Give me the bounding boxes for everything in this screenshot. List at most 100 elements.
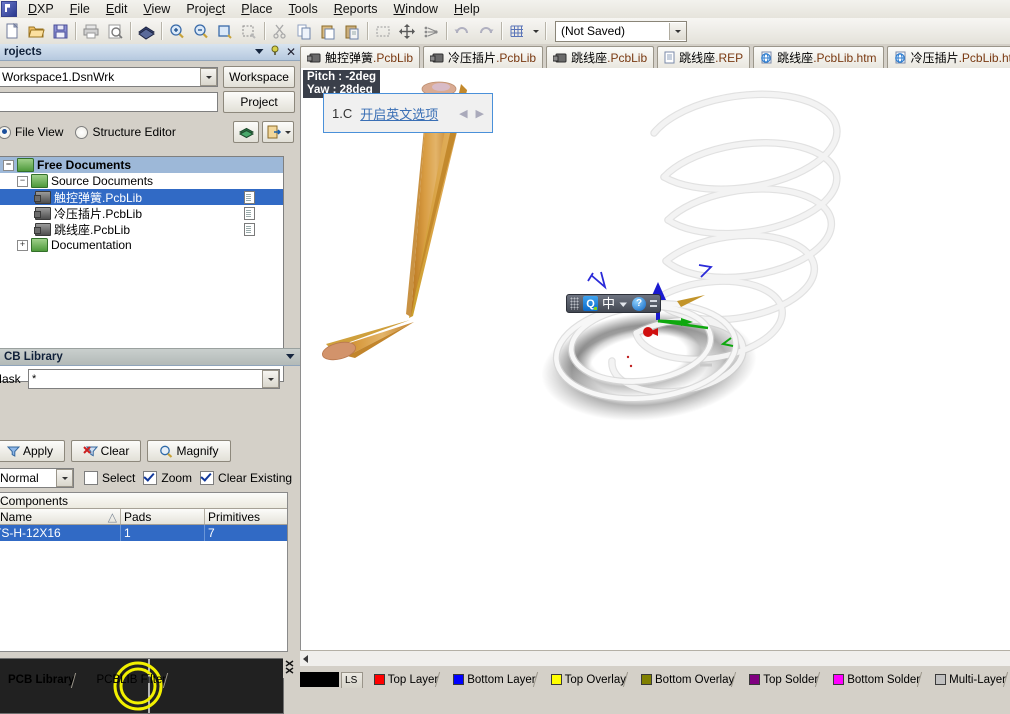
column-header-primitives[interactable]: Primitives [205, 509, 287, 524]
grid-dropdown-arrow[interactable] [530, 20, 541, 42]
layer-tab-bottom-layer[interactable]: Bottom Layer [450, 672, 545, 687]
layer-tab-ls[interactable]: LS [340, 672, 363, 688]
table-row[interactable]: TS-H-12X16 1 7 [0, 525, 287, 541]
tab-pcb-library[interactable]: PCB Library [0, 672, 85, 688]
clear-existing-checkbox[interactable] [200, 471, 215, 485]
tab-pcblib-filter[interactable]: PCBLIB Filter [88, 672, 177, 688]
move-icon[interactable] [396, 20, 418, 42]
tree-row-source-documents[interactable]: − Source Documents [0, 173, 283, 189]
layer-tab-bottom-solder[interactable]: Bottom Solder [830, 672, 930, 687]
help-icon[interactable]: ? [632, 296, 647, 311]
board-view-button[interactable] [233, 121, 259, 143]
prev-page-icon[interactable]: ◀ [459, 107, 467, 120]
undo-icon[interactable] [451, 20, 473, 42]
zoom-fit-icon[interactable] [214, 20, 236, 42]
open-folder-icon[interactable] [25, 20, 47, 42]
document-tab[interactable]: 跳线座 .PcbLib.htm [753, 46, 884, 68]
cut-icon[interactable] [269, 20, 291, 42]
layer-tab-top-overlay[interactable]: Top Overlay [548, 672, 636, 687]
layer-tab-multi-layer[interactable]: Multi-Layer [932, 672, 1010, 687]
horizontal-scrollbar[interactable] [300, 650, 1010, 666]
print-icon[interactable] [80, 20, 102, 42]
project-combo[interactable] [0, 92, 218, 112]
menu-item-dxp[interactable]: DXP [20, 1, 62, 18]
tree-row-file[interactable]: 冷压插片.PcbLib [0, 205, 283, 221]
menu-item-edit[interactable]: Edit [98, 1, 136, 18]
tree-row-free-documents[interactable]: − Free Documents [0, 157, 283, 173]
tree-toggle-icon[interactable]: + [17, 239, 28, 251]
mask-input[interactable]: * [28, 369, 280, 389]
menu-item-window[interactable]: Window [385, 1, 445, 18]
snap-grid-combo[interactable]: (Not Saved) [555, 20, 687, 42]
tree-toggle-icon[interactable]: − [3, 159, 14, 171]
layer-tab-color-strip[interactable] [300, 672, 339, 687]
scroll-left-icon[interactable] [303, 655, 308, 663]
pcb-3d-editor-canvas[interactable]: Pitch : -2deg Yaw : 28deg 1.C 开启英文选项 ◀ ▶… [300, 68, 1010, 664]
paste-special-icon[interactable] [341, 20, 363, 42]
structure-editor-radio[interactable] [75, 125, 89, 139]
chevron-down-icon[interactable] [619, 297, 628, 311]
chevron-down-icon[interactable] [254, 46, 265, 58]
document-tab[interactable]: 冷压插片.PcbLib.htm [886, 46, 1010, 68]
tree-row-file[interactable]: 跳线座.PcbLib [0, 221, 283, 237]
chevron-down-icon[interactable] [284, 130, 291, 134]
ime-english-option-link[interactable]: 开启英文选项 [360, 104, 438, 123]
grid-icon[interactable] [506, 20, 528, 42]
layer-tab-top-solder[interactable]: Top Solder [746, 672, 828, 687]
zoom-in-icon[interactable] [166, 20, 188, 42]
new-document-icon[interactable] [1, 20, 23, 42]
menu-item-reports[interactable]: Reports [326, 1, 386, 18]
clear-button[interactable]: Clear [71, 440, 141, 462]
next-page-icon[interactable]: ▶ [476, 107, 484, 120]
document-tab[interactable]: 跳线座 .PcbLib [546, 46, 655, 68]
workspace-combo[interactable]: Workspace1.DsnWrk [0, 67, 218, 87]
ime-toolbar[interactable]: Q 中 ? [566, 294, 662, 313]
zoom-out-icon[interactable] [190, 20, 212, 42]
magnify-button[interactable]: Magnify [147, 440, 231, 462]
menu-item-place[interactable]: Place [233, 1, 280, 18]
chevron-down-icon[interactable] [285, 351, 296, 363]
tree-row-file[interactable]: 触控弹簧.PcbLib [0, 189, 283, 205]
align-icon[interactable] [420, 20, 442, 42]
project-button[interactable]: Project [223, 91, 295, 113]
close-icon[interactable]: ✕ [286, 46, 296, 58]
document-tab[interactable]: 触控弹簧 .PcbLib [300, 46, 421, 68]
copy-icon[interactable] [293, 20, 315, 42]
qq-pinyin-icon[interactable]: Q [583, 296, 598, 311]
chevron-down-icon[interactable] [56, 469, 73, 487]
chevron-down-icon[interactable] [200, 68, 217, 86]
tree-row-documentation[interactable]: + Documentation [0, 237, 283, 253]
open-document-button[interactable] [262, 121, 294, 143]
select-area-icon[interactable] [372, 20, 394, 42]
chevron-down-icon[interactable] [669, 22, 686, 40]
menu-item-project[interactable]: Project [178, 1, 233, 18]
document-tab[interactable]: 跳线座 .REP [657, 46, 751, 68]
zoom-area-icon[interactable] [238, 20, 260, 42]
column-header-pads[interactable]: Pads [121, 509, 205, 524]
menu-item-file[interactable]: File [62, 1, 98, 18]
apply-button[interactable]: Apply [0, 440, 65, 462]
zoom-checkbox[interactable] [143, 471, 158, 485]
menu-item-view[interactable]: View [135, 1, 178, 18]
file-view-radio[interactable] [0, 125, 11, 139]
board-icon[interactable] [135, 20, 157, 42]
select-checkbox[interactable] [84, 471, 98, 485]
tree-toggle-icon[interactable]: − [17, 175, 28, 187]
pin-icon[interactable] [270, 45, 281, 59]
print-preview-icon[interactable] [104, 20, 126, 42]
menu-item-help[interactable]: Help [446, 1, 488, 18]
chevron-down-icon[interactable] [262, 370, 279, 388]
ime-mode-button[interactable]: 中 [602, 297, 615, 310]
paste-icon[interactable] [317, 20, 339, 42]
layer-tab-top-layer[interactable]: Top Layer [371, 672, 448, 687]
document-tab[interactable]: 冷压插片 .PcbLib [423, 46, 544, 68]
layer-tab-bottom-overlay[interactable]: Bottom Overlay [638, 672, 744, 687]
redo-icon[interactable] [475, 20, 497, 42]
components-grid[interactable]: Components Name △ Pads Primitives TS-H-1… [0, 492, 288, 652]
mode-combo[interactable]: Normal [0, 468, 74, 488]
menu-item-tools[interactable]: Tools [281, 1, 326, 18]
minimize-icon[interactable] [650, 300, 658, 307]
workspace-button[interactable]: Workspace [223, 66, 295, 88]
ime-candidate-box[interactable]: 1.C 开启英文选项 ◀ ▶ [323, 93, 493, 133]
column-header-name[interactable]: Name △ [0, 509, 121, 524]
